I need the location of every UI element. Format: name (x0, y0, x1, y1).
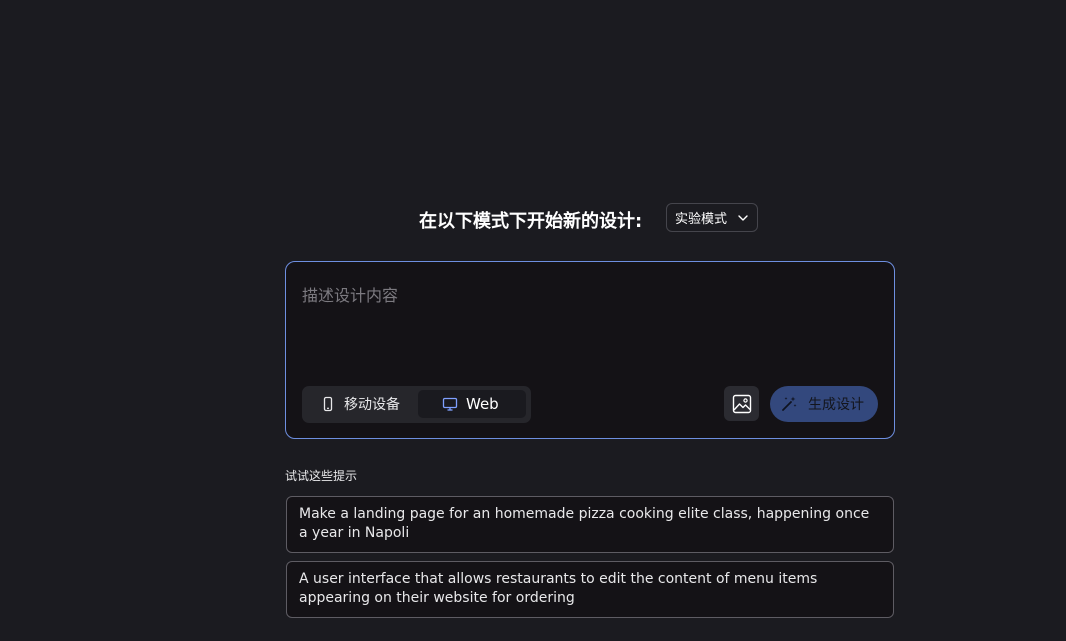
page: 在以下模式下开始新的设计: 实验模式 移动设备 (0, 0, 1066, 641)
monitor-icon (442, 397, 458, 411)
page-title: 在以下模式下开始新的设计: (419, 211, 643, 232)
device-toggle: 移动设备 Web (302, 386, 531, 423)
generate-design-label: 生成设计 (808, 397, 864, 413)
device-option-label: Web (466, 395, 499, 413)
suggestions-heading: 试试这些提示 (285, 469, 358, 483)
phone-icon (323, 396, 333, 412)
mode-select[interactable]: 实验模式 (666, 203, 758, 232)
image-icon (732, 394, 751, 413)
suggestion-item[interactable]: Make a landing page for an homemade pizz… (286, 496, 894, 553)
generate-design-button[interactable]: 生成设计 (770, 386, 878, 422)
mode-select-value: 实验模式 (675, 212, 728, 227)
chevron-down-icon (738, 215, 748, 221)
prompt-input[interactable] (302, 282, 872, 372)
device-option-label: 移动设备 (344, 397, 400, 413)
suggestion-item[interactable]: A user interface that allows restaurants… (286, 561, 894, 618)
mode-row: 在以下模式下开始新的设计: 实验模式 (0, 203, 1066, 234)
magic-wand-icon (782, 396, 797, 411)
device-option-web[interactable]: Web (418, 390, 526, 418)
add-image-button[interactable] (724, 386, 759, 421)
prompt-composer: 移动设备 Web (285, 261, 895, 439)
device-option-mobile[interactable]: 移动设备 (306, 390, 414, 418)
